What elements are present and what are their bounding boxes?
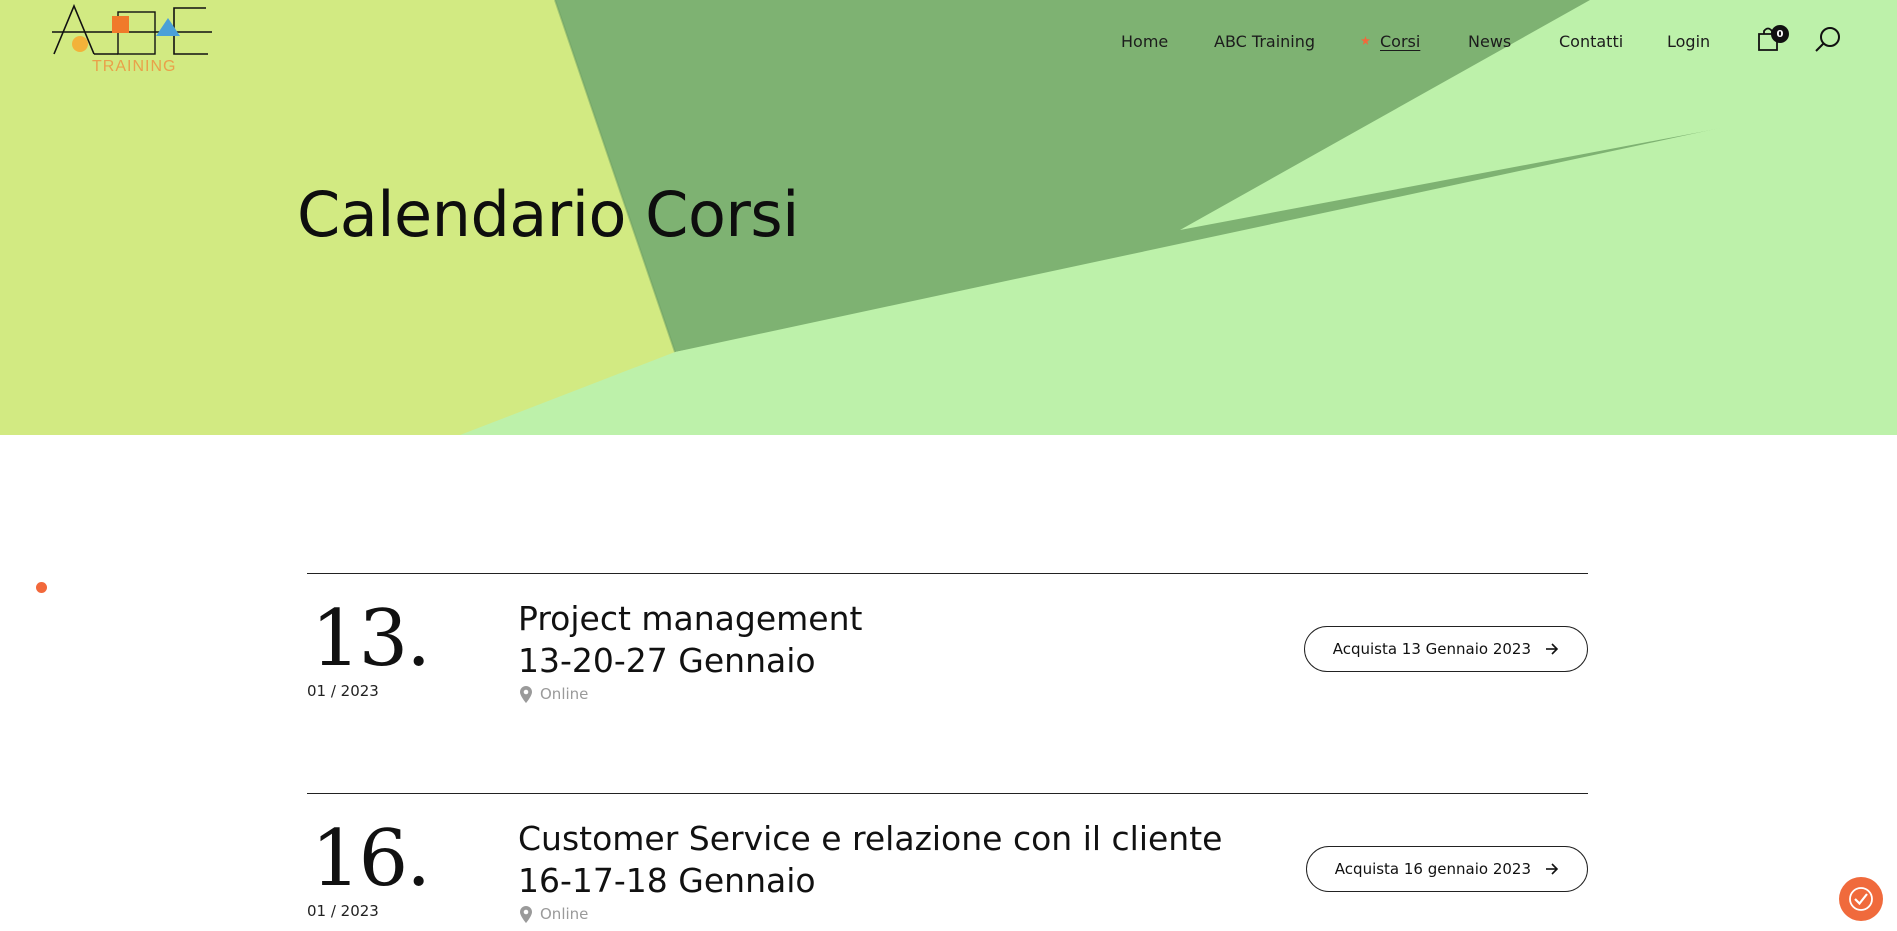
event-title-line1: Customer Service e relazione con il clie… [518, 819, 1223, 858]
event-month-year: 01 / 2023 [307, 902, 379, 920]
cookie-consent-button[interactable] [1839, 877, 1883, 921]
event-title-line2: 16-17-18 Gennaio [518, 861, 816, 900]
decorative-dot [36, 582, 47, 593]
main-navigation: Home ABC Training Corsi News Contatti Lo… [0, 28, 1897, 56]
location-pin-icon [520, 685, 532, 703]
event-location: Online [520, 905, 588, 923]
nav-abc-training[interactable]: ABC Training [1214, 32, 1315, 51]
buy-button[interactable]: Acquista 16 gennaio 2023 [1305, 846, 1588, 892]
arrow-right-icon [1546, 863, 1559, 875]
search-icon[interactable] [1814, 26, 1842, 54]
nav-corsi[interactable]: Corsi [1380, 32, 1420, 51]
event-title-line1: Project management [518, 599, 863, 638]
event-title[interactable]: Customer Service e relazione con il clie… [518, 818, 1222, 902]
buy-button[interactable]: Acquista 13 Gennaio 2023 [1303, 626, 1588, 672]
consent-check-icon [1849, 887, 1873, 911]
event-day: 16. [311, 814, 431, 904]
event-month-year: 01 / 2023 [307, 682, 379, 700]
event-location-label: Online [540, 905, 589, 923]
event-day: 13. [311, 594, 431, 684]
logo-subtitle: TRAINING [92, 58, 177, 75]
nav-home[interactable]: Home [1121, 32, 1168, 51]
event-location: Online [520, 685, 588, 703]
nav-login[interactable]: Login [1667, 32, 1710, 51]
arrow-right-icon [1546, 643, 1559, 655]
event-location-label: Online [540, 685, 589, 703]
nav-contatti[interactable]: Contatti [1559, 32, 1623, 51]
event-title[interactable]: Project management 13-20-27 Gennaio [518, 598, 862, 682]
page-title: Calendario Corsi [297, 178, 799, 251]
buy-button-label: Acquista 13 Gennaio 2023 [1332, 640, 1531, 658]
nav-news[interactable]: News [1468, 32, 1511, 51]
hero-banner: TRAINING Home ABC Training Corsi News Co… [0, 0, 1897, 435]
cart-count-badge: 0 [1771, 25, 1789, 43]
buy-button-label: Acquista 16 gennaio 2023 [1334, 860, 1531, 878]
active-star-icon [1361, 36, 1370, 45]
location-pin-icon [520, 905, 532, 923]
event-row: 16. 01 / 2023 Customer Service e relazio… [307, 793, 1588, 931]
event-row: 13. 01 / 2023 Project management 13-20-2… [307, 573, 1588, 753]
hero-background [0, 0, 1897, 435]
event-title-line2: 13-20-27 Gennaio [518, 641, 816, 680]
